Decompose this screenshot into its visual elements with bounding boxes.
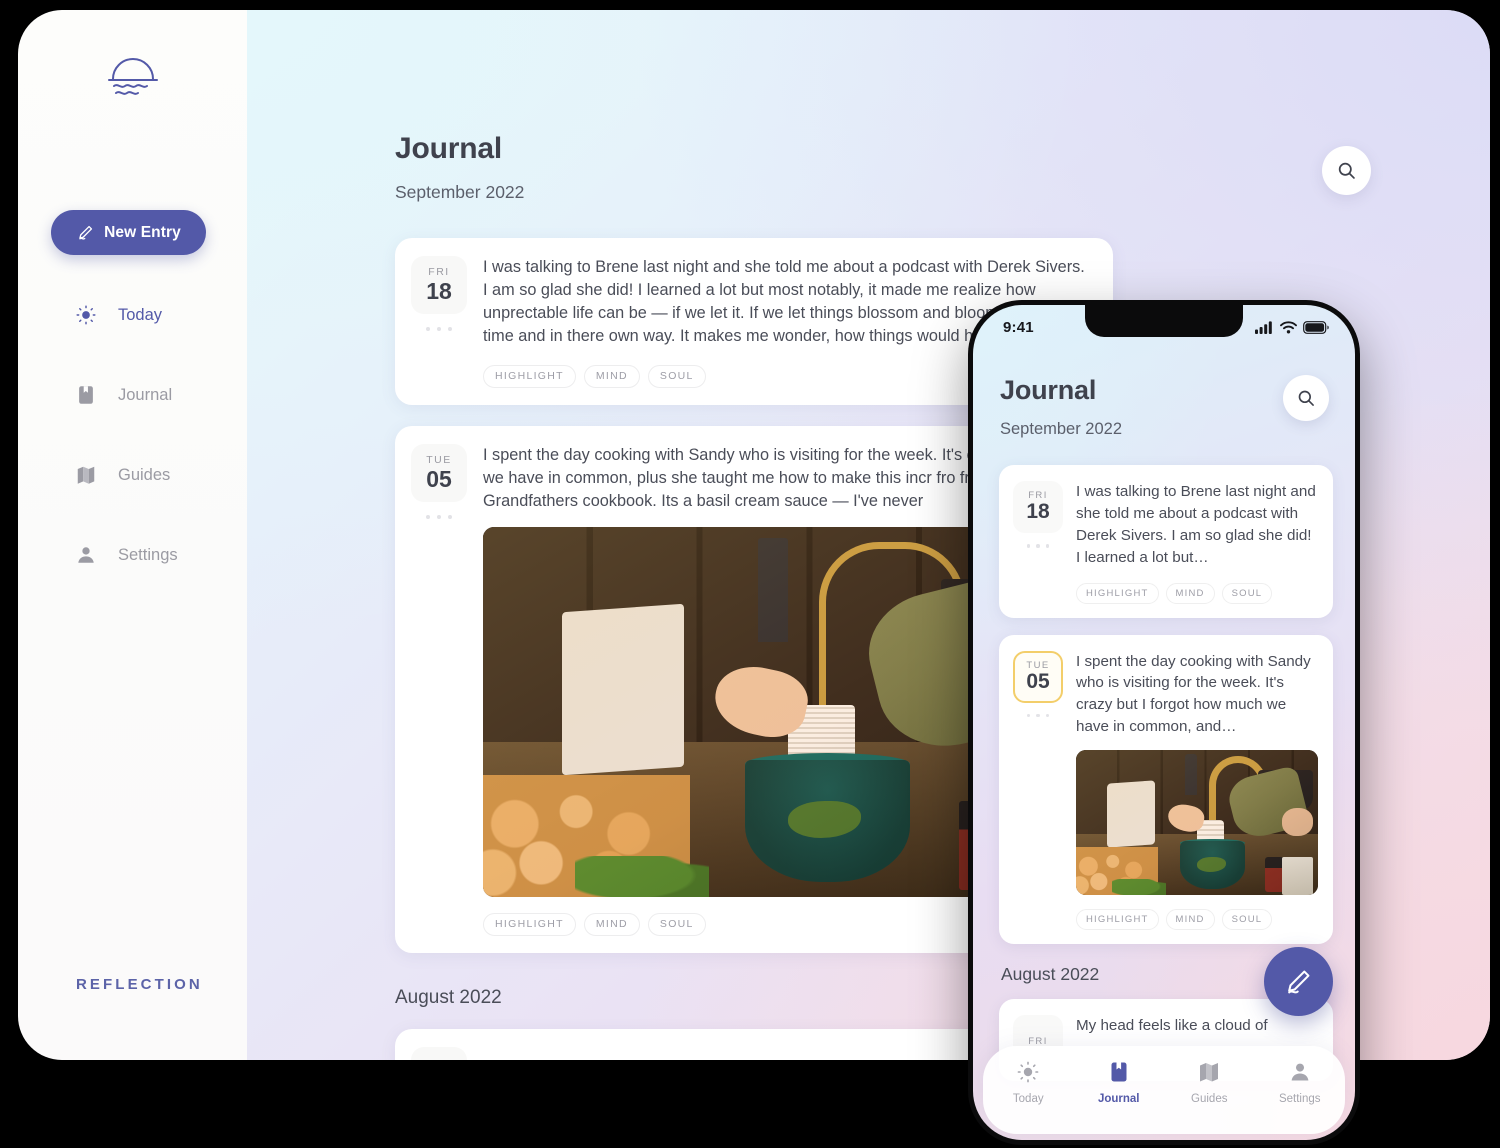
mobile-screen: 9:41 Journal September 2022 FRI 18 I was…: [973, 305, 1355, 1140]
mobile-page-header: Journal September 2022: [1000, 375, 1122, 439]
entry-date-chip: TUE 05: [411, 443, 467, 502]
status-icons: [1255, 320, 1329, 334]
mobile-month-label: September 2022: [1000, 420, 1123, 438]
entry-weekday: FRI: [428, 266, 450, 279]
sidebar-item-label: Journal: [118, 385, 173, 404]
entry-more-dots: [1013, 713, 1063, 718]
entry-more-dots: [411, 514, 467, 519]
mobile-journal-entry-card[interactable]: FRI 18 I was talking to Brene last night…: [999, 465, 1333, 618]
search-icon: [1338, 162, 1355, 179]
tab-guides[interactable]: Guides: [1174, 1060, 1244, 1105]
cellular-icon: [1255, 320, 1272, 334]
entry-more-dots: [411, 327, 467, 331]
page-title: Journal: [395, 132, 502, 165]
entry-tag[interactable]: MIND: [583, 364, 640, 388]
mobile-device-mockup: 9:41 Journal September 2022 FRI 18 I was…: [968, 300, 1360, 1145]
map-icon: [1200, 1063, 1219, 1082]
entry-text: My head feels like a cloud of: [1076, 1017, 1268, 1035]
tab-label: Settings: [1278, 1093, 1321, 1105]
tab-label: Journal: [1097, 1093, 1140, 1105]
new-entry-button[interactable]: New Entry: [51, 210, 206, 255]
entry-weekday: FRI: [1028, 1035, 1048, 1047]
map-icon: [74, 464, 98, 486]
pencil-icon: [79, 225, 93, 240]
entry-text: I was talking to Brene last night and sh…: [1076, 483, 1316, 566]
entry-day: 18: [1026, 500, 1050, 524]
device-notch: [1085, 305, 1243, 337]
sun-icon: [74, 304, 98, 326]
mobile-tab-bar: Today Journal Guides Settings: [983, 1046, 1345, 1134]
entry-tag-row: HIGHLIGHT MIND SOUL: [1076, 909, 1318, 931]
entry-date-chip-highlighted: TUE 05: [1013, 650, 1063, 703]
app-logo: [18, 56, 247, 104]
entry-tag[interactable]: HIGHLIGHT: [1076, 909, 1159, 931]
entry-text: I spent the day cooking with Sandy who i…: [1076, 652, 1311, 736]
bookmark-icon: [74, 384, 98, 406]
entry-day: 05: [1026, 670, 1050, 694]
screenshot-stage: New Entry Today Journal Guides Settings …: [0, 0, 1500, 1148]
page-header: Journal September 2022: [395, 132, 524, 203]
status-time: 9:41: [1003, 318, 1034, 336]
entry-photo[interactable]: [1076, 750, 1318, 896]
sidebar-item-label: Settings: [118, 545, 178, 564]
mobile-page-title: Journal: [1000, 375, 1097, 405]
entry-day: 05: [426, 465, 452, 492]
entry-date-column: TUE 05: [1013, 650, 1063, 931]
entry-date-chip: FRI 18: [411, 256, 467, 314]
entry-date-column: [411, 1046, 467, 1060]
app-wordmark: REFLECTION: [76, 976, 203, 993]
sidebar-item-label: Today: [118, 305, 163, 324]
entry-body: I spent the day cooking with Sandy who i…: [1076, 651, 1318, 931]
entry-date-column: FRI 18: [1013, 481, 1063, 604]
entry-date-column: TUE 05: [411, 443, 467, 936]
search-button[interactable]: [1322, 146, 1371, 195]
wifi-icon: [1280, 320, 1297, 333]
sunset-waves-logo-icon: [107, 58, 158, 95]
pencil-icon: [1288, 970, 1310, 994]
entry-tag[interactable]: SOUL: [1221, 909, 1273, 931]
compose-fab-button[interactable]: [1264, 947, 1333, 1016]
kitchen-cooking-photo: [1076, 750, 1318, 896]
entry-tag[interactable]: HIGHLIGHT: [483, 912, 576, 936]
entry-date-column: FRI 18: [411, 256, 467, 388]
entry-more-dots: [1013, 544, 1063, 548]
tab-label: Guides: [1191, 1093, 1228, 1105]
entry-date-chip: [411, 1046, 467, 1060]
entry-weekday: TUE: [426, 453, 452, 466]
entry-tag[interactable]: SOUL: [1221, 582, 1273, 604]
tab-label: Today: [1012, 1093, 1044, 1105]
mobile-search-button[interactable]: [1283, 375, 1329, 421]
entry-tag[interactable]: MIND: [1165, 582, 1215, 604]
mobile-journal-entry-card[interactable]: TUE 05 I spent the day cooking with Sand…: [999, 634, 1333, 945]
entry-tag[interactable]: MIND: [583, 912, 640, 936]
sidebar-item-today[interactable]: Today: [18, 292, 247, 338]
sidebar-item-journal[interactable]: Journal: [18, 372, 247, 418]
tab-journal[interactable]: Journal: [1084, 1060, 1154, 1105]
entry-date-chip: FRI 18: [1013, 481, 1063, 533]
sidebar-nav: Today Journal Guides Settings: [18, 292, 247, 612]
sidebar: New Entry Today Journal Guides Settings …: [18, 10, 247, 1060]
new-entry-label: New Entry: [104, 223, 181, 241]
person-icon: [1291, 1063, 1309, 1081]
sun-icon: [1017, 1061, 1039, 1083]
month-label: September 2022: [395, 182, 525, 202]
search-icon: [1298, 390, 1314, 406]
entry-tag[interactable]: SOUL: [647, 364, 706, 388]
tab-today[interactable]: Today: [993, 1060, 1063, 1105]
tab-settings[interactable]: Settings: [1265, 1060, 1335, 1105]
entry-body: I was talking to Brene last night and sh…: [1076, 481, 1318, 604]
entry-tag[interactable]: HIGHLIGHT: [483, 364, 576, 388]
person-icon: [74, 544, 98, 566]
bookmark-icon: [1111, 1062, 1127, 1082]
entry-day: 18: [426, 278, 452, 305]
sidebar-item-guides[interactable]: Guides: [18, 452, 247, 498]
sidebar-item-label: Guides: [118, 465, 171, 484]
sidebar-item-settings[interactable]: Settings: [18, 532, 247, 578]
entry-tag[interactable]: SOUL: [647, 912, 706, 936]
battery-icon: [1303, 320, 1329, 334]
entry-tag-row: HIGHLIGHT MIND SOUL: [1076, 582, 1318, 604]
entry-tag[interactable]: HIGHLIGHT: [1076, 582, 1159, 604]
entry-tag[interactable]: MIND: [1165, 909, 1215, 931]
